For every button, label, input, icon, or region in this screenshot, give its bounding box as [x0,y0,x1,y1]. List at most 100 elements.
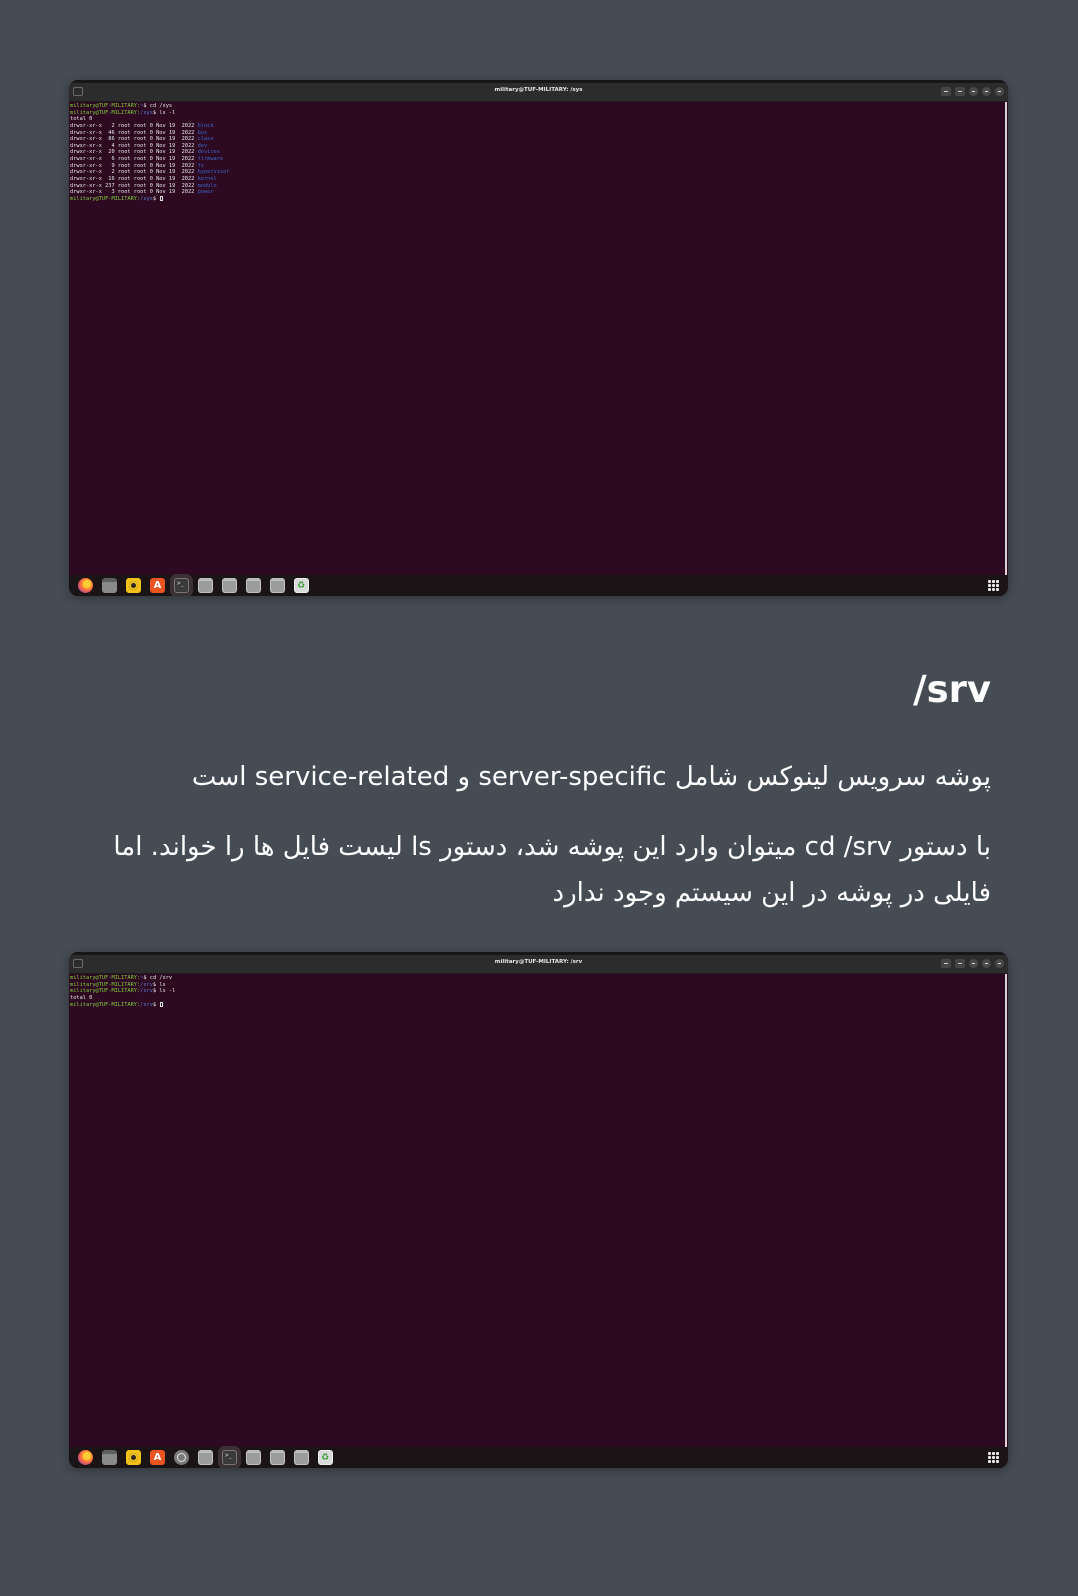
window-icon[interactable] [246,1450,261,1465]
prompt-command: $ ls [152,981,166,988]
terminal-line: military@TUF-MILITARY:~$ cd /srv [70,975,1003,982]
file-meta: drwxr-xr-x 6 root root 0 Nov 19 2022 [70,156,198,163]
terminal-line: drwxr-xr-x 46 root root 0 Nov 19 2022 bu… [70,130,1003,137]
close-icon[interactable] [995,959,1004,968]
app-store-icon[interactable]: A [150,1450,165,1465]
terminal-line: drwxr-xr-x 86 root root 0 Nov 19 2022 cl… [70,136,1003,143]
rhythmbox-icon[interactable] [126,1450,141,1465]
file-meta: drwxr-xr-x 20 root root 0 Nov 19 2022 [70,149,198,156]
app-store-icon[interactable]: A [150,578,165,593]
file-meta: drwxr-xr-x 2 root root 0 Nov 19 2022 [70,122,198,129]
dock: A >_ [69,575,1008,596]
terminal-line: military@TUF-MILITARY:/sys$ [70,195,1003,203]
minimize-icon[interactable] [969,959,978,968]
menu-icon[interactable] [955,959,965,968]
terminal-line: total 0 [70,995,1003,1002]
terminal-line: military@TUF-MILITARY:/srv$ ls [70,982,1003,989]
output-text: total 0 [70,116,93,123]
terminal-title-bar: military@TUF-MILITARY: /srv [69,955,1008,974]
file-meta: drwxr-xr-x 16 root root 0 Nov 19 2022 [70,176,198,183]
terminal-line: drwxr-xr-x 9 root root 0 Nov 19 2022 fs [70,163,1003,170]
maximize-icon[interactable] [982,959,991,968]
search-icon[interactable] [941,959,951,968]
terminal-line: drwxr-xr-x 16 root root 0 Nov 19 2022 ke… [70,176,1003,183]
prompt-path: /sys [140,195,153,202]
terminal-title-bar: military@TUF-MILITARY: /sys [69,83,1008,102]
directory-name: dev [197,142,208,149]
firefox-icon[interactable] [78,1450,93,1465]
terminal-output[interactable]: military@TUF-MILITARY:~$ cd /sys military… [69,102,1004,575]
settings-icon[interactable] [174,1450,189,1465]
firefox-icon[interactable] [78,578,93,593]
window-icon[interactable] [246,578,261,593]
menu-icon[interactable] [955,87,965,96]
terminal-line: drwxr-xr-x 4 root root 0 Nov 19 2022 dev [70,143,1003,150]
prompt-command: $ [152,195,160,202]
prompt-user: military@TUF-MILITARY: [70,988,141,995]
prompt-user: military@TUF-MILITARY: [70,1001,141,1008]
file-meta: drwxr-xr-x 237 root root 0 Nov 19 2022 [70,182,198,189]
prompt-user: military@TUF-MILITARY: [70,981,141,988]
instruction-paragraph: با دستور cd /srv میتوان وارد این پوشه شد… [113,832,991,908]
close-icon[interactable] [995,87,1004,96]
show-apps-icon[interactable] [988,1452,999,1463]
prompt-command: $ [152,1001,160,1008]
file-meta: drwxr-xr-x 3 root root 0 Nov 19 2022 [70,189,198,196]
terminal-line: drwxr-xr-x 6 root root 0 Nov 19 2022 fir… [70,156,1003,163]
prompt-user: military@TUF-MILITARY: [70,103,141,109]
section-heading: /srv [913,668,991,711]
terminal-icon[interactable]: >_ [174,578,189,593]
prompt-path: /srv [140,1001,153,1008]
scrollbar[interactable] [1005,974,1007,1447]
directory-name: block [197,122,214,129]
window-icon[interactable] [270,1450,285,1465]
terminal-line: drwxr-xr-x 237 root root 0 Nov 19 2022 m… [70,183,1003,190]
prompt-user: military@TUF-MILITARY: [70,109,141,116]
description-paragraph: پوشه سرویس لینوکس شامل server-specific و… [191,762,991,792]
rhythmbox-icon[interactable] [126,578,141,593]
directory-name: class [197,136,214,143]
directory-name: module [197,182,217,189]
prompt-command: $ ls -l [152,109,176,116]
text-cursor [160,195,164,201]
file-meta: drwxr-xr-x 46 root root 0 Nov 19 2022 [70,129,198,136]
output-text: total 0 [70,994,93,1001]
maximize-icon[interactable] [982,87,991,96]
terminal-line: drwxr-xr-x 2 root root 0 Nov 19 2022 hyp… [70,169,1003,176]
directory-name: firmware [197,156,224,163]
show-apps-icon[interactable] [988,580,999,591]
prompt-path: /srv [140,981,153,988]
trash-icon[interactable] [318,1450,333,1465]
window-title: military@TUF-MILITARY: /sys [494,87,583,93]
terminal-line: military@TUF-MILITARY:/srv$ [70,1001,1003,1009]
terminal-output[interactable]: military@TUF-MILITARY:~$ cd /srv military… [69,974,1004,1447]
window-icon[interactable] [270,578,285,593]
terminal-icon[interactable]: >_ [222,1450,237,1465]
terminal-line: drwxr-xr-x 20 root root 0 Nov 19 2022 de… [70,149,1003,156]
directory-name: hypervisor [197,169,230,176]
files-icon[interactable] [102,578,117,593]
file-meta: drwxr-xr-x 2 root root 0 Nov 19 2022 [70,169,198,176]
prompt-path: /sys [140,109,153,116]
window-icon[interactable] [294,1450,309,1465]
window-icon[interactable] [222,578,237,593]
trash-icon[interactable] [294,578,309,593]
terminal-line: military@TUF-MILITARY:~$ cd /sys [70,103,1003,110]
file-meta: drwxr-xr-x 86 root root 0 Nov 19 2022 [70,136,198,143]
scrollbar[interactable] [1005,102,1007,575]
search-icon[interactable] [941,87,951,96]
files-icon[interactable] [102,1450,117,1465]
minimize-icon[interactable] [969,87,978,96]
dock: A >_ [69,1447,1008,1468]
window-icon[interactable] [198,1450,213,1465]
directory-name: fs [197,162,204,169]
directory-name: kernel [197,176,217,183]
terminal-screenshot-sys: military@TUF-MILITARY: /sys military@TUF… [69,80,1008,596]
terminal-line: total 0 [70,116,1003,123]
file-meta: drwxr-xr-x 9 root root 0 Nov 19 2022 [70,162,198,169]
terminal-line: drwxr-xr-x 2 root root 0 Nov 19 2022 blo… [70,123,1003,130]
terminal-line: drwxr-xr-x 3 root root 0 Nov 19 2022 pow… [70,189,1003,196]
window-icon[interactable] [198,578,213,593]
directory-name: bus [197,129,208,136]
terminal-line: military@TUF-MILITARY:/srv$ ls -l [70,988,1003,995]
